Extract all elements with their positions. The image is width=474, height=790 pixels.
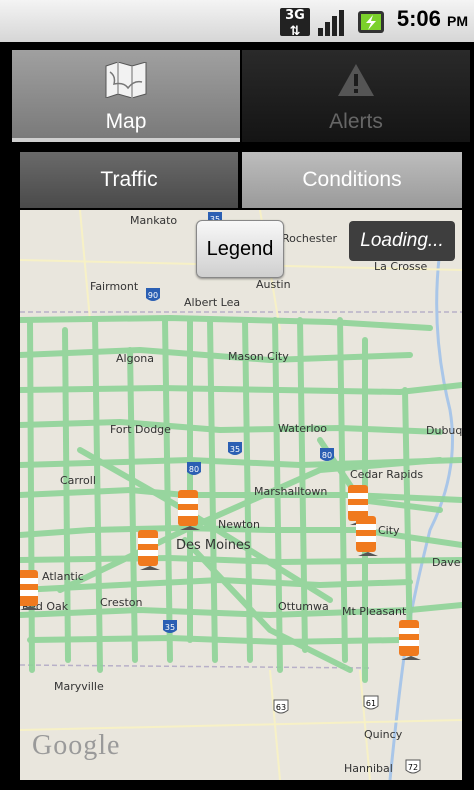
highway-shield-label: 80 — [322, 451, 332, 460]
network-3g-icon: 3G ⇅ — [280, 8, 310, 39]
place-label: Atlantic — [42, 570, 84, 583]
construction-cone-icon[interactable] — [354, 516, 378, 556]
place-label: Mankato — [130, 214, 178, 227]
place-label: Marshalltown — [254, 485, 328, 498]
tab-conditions[interactable]: Conditions — [242, 152, 462, 208]
place-label: City — [378, 524, 400, 537]
tab-traffic[interactable]: Traffic — [20, 152, 238, 208]
place-label: Fort Dodge — [110, 423, 171, 436]
sub-tab-bar: Traffic Conditions — [20, 152, 462, 208]
place-label: Algona — [116, 352, 155, 365]
place-label: Mt Pleasant — [342, 605, 407, 618]
place-label: Creston — [100, 596, 143, 609]
tab-alerts[interactable]: Alerts — [242, 50, 470, 142]
loading-indicator: Loading... — [349, 221, 455, 261]
warning-icon — [338, 64, 374, 96]
place-label: La Crosse — [374, 260, 428, 273]
place-label: Des Moines — [176, 538, 251, 553]
place-label: Newton — [218, 518, 261, 531]
status-bar: 3G ⇅ 5:06 PM — [0, 0, 474, 42]
place-label: Mason City — [228, 350, 289, 363]
clock-time: 5:06 — [396, 6, 441, 31]
legend-button[interactable]: Legend — [196, 220, 284, 278]
google-attribution: Google — [32, 730, 121, 761]
construction-cone-icon[interactable] — [397, 620, 421, 660]
map-icon — [105, 62, 147, 98]
place-label: Hannibal — [344, 762, 393, 775]
construction-cone-icon[interactable] — [136, 530, 160, 570]
place-label: Dubuq — [426, 424, 462, 437]
highway-shield-label: 35 — [230, 445, 240, 454]
map-roads-layer: 359035808035636172 — [20, 210, 462, 780]
place-label: Rochester — [282, 232, 337, 245]
battery-charging-icon — [358, 11, 384, 33]
tab-map[interactable]: Map — [12, 50, 240, 142]
network-label: 3G — [285, 8, 305, 23]
place-label: Maryville — [54, 680, 104, 693]
clock: 5:06 PM — [397, 6, 468, 32]
place-label: Ottumwa — [278, 600, 329, 613]
tab-alerts-label: Alerts — [329, 110, 383, 133]
clock-ampm: PM — [447, 13, 468, 29]
place-label: Cedar Rapids — [350, 468, 424, 481]
place-label: Austin — [256, 278, 291, 291]
construction-cone-icon[interactable] — [20, 570, 40, 610]
highway-shield-label: 61 — [366, 699, 376, 708]
highway-shield-label: 63 — [276, 703, 286, 712]
place-label: Fairmont — [90, 280, 139, 293]
traffic-map[interactable]: 359035808035636172 Mankato Rochester Fai… — [20, 210, 462, 780]
highway-shield-label: 80 — [189, 465, 199, 474]
highway-shield-label: 35 — [165, 623, 175, 632]
place-label: Carroll — [60, 474, 96, 487]
tab-map-label: Map — [105, 110, 147, 133]
place-label: Waterloo — [278, 422, 328, 435]
signal-icon — [318, 10, 344, 36]
main-tab-bar: Map Alerts — [12, 50, 470, 142]
place-label: Quincy — [364, 728, 403, 741]
place-label: Dave — [432, 556, 461, 569]
place-label: Albert Lea — [184, 296, 241, 309]
highway-shield-label: 90 — [148, 291, 158, 300]
construction-cone-icon[interactable] — [176, 490, 200, 530]
highway-shield-label: 72 — [408, 763, 418, 772]
